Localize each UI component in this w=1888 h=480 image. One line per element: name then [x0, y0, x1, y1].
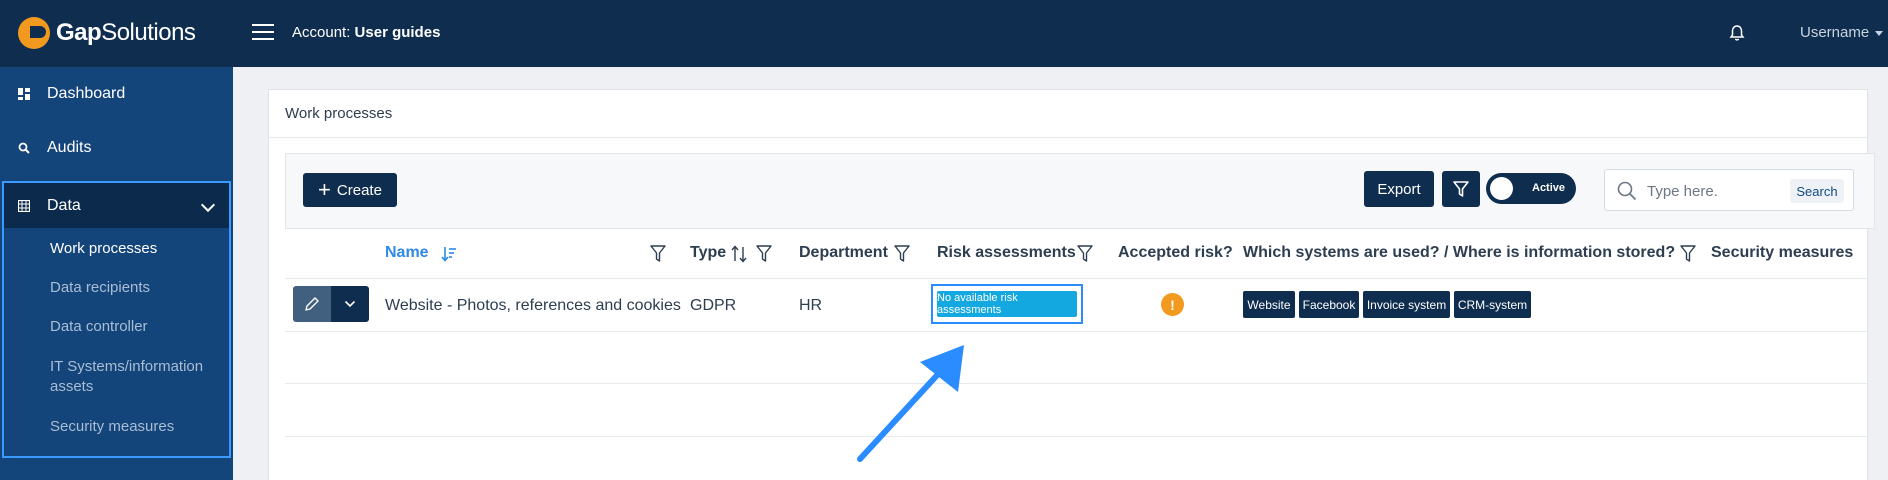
search-box: Search	[1604, 169, 1854, 211]
logo-text: GapSolutions	[56, 19, 196, 46]
system-badge[interactable]: CRM-system	[1454, 291, 1531, 318]
data-section-highlight: Data Work processes Data recipients Data…	[2, 181, 231, 458]
edit-button[interactable]	[293, 286, 331, 322]
sidebar-item-dashboard[interactable]: Dashboard	[0, 67, 233, 121]
toggle-knob	[1490, 177, 1513, 200]
system-badge[interactable]: Facebook	[1299, 291, 1359, 318]
sidebar-item-label: Data	[47, 196, 81, 214]
sidebar-subitem-work-processes[interactable]: Work processes	[50, 239, 225, 259]
sidebar-subitem-data-recipients[interactable]: Data recipients	[50, 278, 225, 298]
bell-icon[interactable]	[1728, 24, 1746, 42]
sidebar-item-data[interactable]: Data	[4, 183, 229, 228]
row-actions	[293, 286, 369, 322]
risk-assessment-badge[interactable]: No available risk assessments	[937, 291, 1077, 317]
active-toggle[interactable]: Active	[1486, 173, 1576, 204]
cell-department: HR	[799, 297, 823, 314]
row-menu-button[interactable]	[331, 286, 369, 322]
search-button[interactable]: Search	[1790, 179, 1844, 203]
filter-icon	[1453, 180, 1469, 197]
filter-icon[interactable]	[650, 245, 666, 263]
column-header-systems[interactable]: Which systems are used? / Where is infor…	[1243, 244, 1675, 262]
search-icon	[18, 142, 30, 154]
divider	[285, 436, 1869, 437]
sidebar-subitem-data-controller[interactable]: Data controller	[50, 317, 225, 337]
column-header-type[interactable]: Type	[690, 244, 726, 262]
menu-icon[interactable]	[252, 24, 274, 41]
search-icon	[1617, 181, 1637, 201]
divider	[285, 331, 1869, 332]
toolbar: + Create Export Active Search	[285, 153, 1875, 229]
sort-desc-icon[interactable]	[441, 245, 457, 263]
sidebar: Dashboard Audits Data Work processes Dat…	[0, 67, 233, 480]
column-header-accepted-risk[interactable]: Accepted risk?	[1118, 244, 1233, 262]
sidebar-item-label: Audits	[47, 139, 92, 156]
plus-icon: +	[318, 177, 331, 202]
export-button[interactable]: Export	[1364, 171, 1434, 207]
cell-name[interactable]: Website - Photos, references and cookies	[385, 297, 681, 315]
toggle-label: Active	[1532, 182, 1566, 194]
column-header-security-measures[interactable]: Security measures	[1711, 244, 1853, 262]
filter-icon[interactable]	[1077, 245, 1093, 263]
system-badge[interactable]: Invoice system	[1363, 291, 1450, 318]
column-header-name[interactable]: Name	[385, 244, 429, 262]
filter-button[interactable]	[1442, 171, 1480, 207]
sidebar-subitem-security-measures[interactable]: Security measures	[50, 417, 225, 437]
work-processes-panel: Work processes + Create Export Active Se…	[268, 89, 1875, 480]
divider	[285, 278, 1869, 279]
filter-icon[interactable]	[756, 245, 772, 263]
sidebar-subitem-it-systems[interactable]: IT Systems/information assets	[50, 357, 225, 397]
chevron-down-icon	[344, 300, 356, 308]
dashboard-icon	[18, 88, 30, 100]
sort-icon[interactable]	[731, 245, 747, 263]
pencil-icon	[305, 297, 319, 311]
cell-type: GDPR	[690, 297, 737, 314]
warning-icon: !	[1161, 293, 1184, 316]
logo-icon	[18, 17, 50, 49]
table-icon	[18, 199, 30, 212]
filter-icon[interactable]	[894, 245, 910, 263]
logo[interactable]: GapSolutions	[18, 17, 196, 49]
column-header-risk-assessments[interactable]: Risk assessments	[937, 244, 1076, 262]
system-badge[interactable]: Website	[1243, 291, 1295, 318]
divider	[285, 383, 1869, 384]
create-label: Create	[336, 181, 382, 199]
top-bar: GapSolutions Account: User guides Userna…	[0, 0, 1888, 67]
chevron-down-icon[interactable]	[200, 197, 216, 213]
sidebar-item-label: Dashboard	[47, 85, 126, 102]
sidebar-item-audits[interactable]: Audits	[0, 121, 233, 175]
column-header-department[interactable]: Department	[799, 244, 888, 262]
page-title: Work processes	[285, 105, 393, 122]
account-label: Account: User guides	[292, 24, 441, 41]
filter-icon[interactable]	[1680, 245, 1696, 263]
user-menu[interactable]: Username	[1800, 24, 1883, 41]
create-button[interactable]: + Create	[303, 173, 397, 207]
divider	[269, 137, 1867, 138]
search-input[interactable]	[1647, 180, 1787, 202]
